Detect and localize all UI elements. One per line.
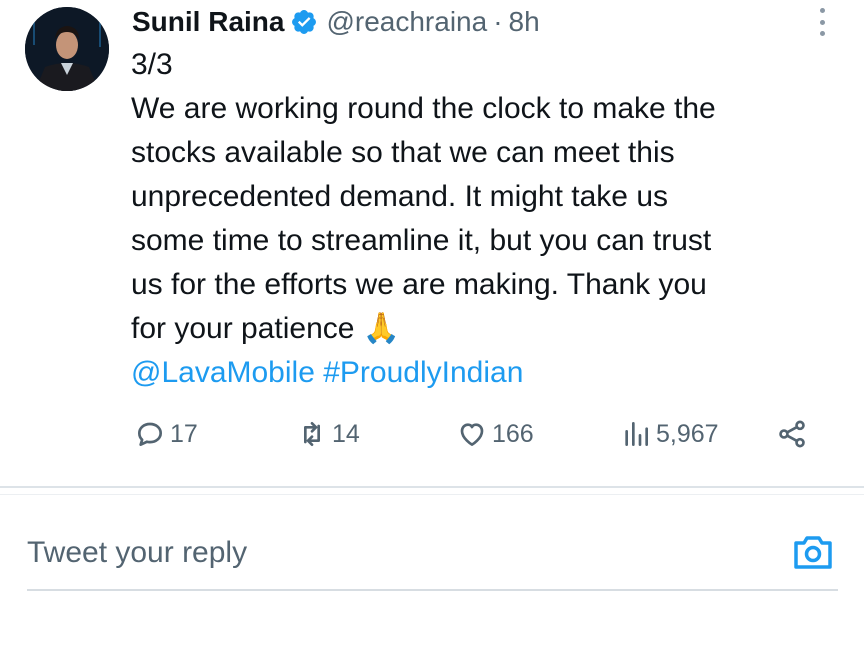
reply-input[interactable]: Tweet your reply: [27, 529, 727, 577]
header-separator: ·: [493, 6, 503, 37]
tweet-action-bar: 17 14 166 5,967: [0, 412, 864, 456]
tweet-body: 3/3 We are working round the clock to ma…: [131, 43, 831, 395]
folded-hands-emoji-icon: 🙏: [362, 312, 401, 345]
author-avatar[interactable]: [25, 7, 109, 91]
section-divider: [0, 486, 864, 488]
reply-icon: [138, 422, 162, 446]
views-chart-icon: [625, 422, 648, 446]
like-count: 166: [492, 419, 534, 448]
hashtag-link[interactable]: #ProudlyIndian: [323, 356, 523, 389]
tweet-text-line: us for the efforts we are making. Thank …: [131, 268, 707, 301]
like-button[interactable]: 166: [456, 412, 534, 456]
section-divider: [0, 494, 864, 495]
retweet-icon: [304, 422, 320, 446]
share-icon: [779, 420, 805, 448]
share-button[interactable]: [776, 412, 808, 456]
reply-input-underline: [27, 589, 838, 591]
reply-count: 17: [170, 419, 198, 448]
author-name[interactable]: Sunil Raina: [132, 6, 284, 38]
views-count: 5,967: [656, 419, 719, 448]
retweet-button[interactable]: 14: [296, 412, 360, 456]
reply-button[interactable]: 17: [134, 412, 198, 456]
tweet-text-line: stocks available so that we can meet thi…: [131, 136, 675, 169]
tweet-text-line: unprecedented demand. It might take us: [131, 180, 669, 213]
heart-icon: [460, 423, 484, 446]
tweet-text-line-last: for your patience 🙏: [131, 307, 831, 351]
camera-icon[interactable]: [791, 531, 835, 573]
more-options-icon[interactable]: [810, 8, 834, 36]
verified-badge-icon: [290, 8, 318, 36]
author-handle[interactable]: @reachraina: [326, 6, 487, 38]
views-button[interactable]: 5,967: [620, 412, 719, 456]
tweet-text-line: We are working round the clock to make t…: [131, 92, 716, 125]
tweet-timestamp[interactable]: 8h: [509, 6, 540, 38]
tweet-links-line: @LavaMobile #ProudlyIndian: [131, 351, 831, 395]
tweet-text-line: some time to streamline it, but you can …: [131, 224, 712, 257]
mention-link[interactable]: @LavaMobile: [131, 356, 315, 389]
tweet-text-fragment: for your patience: [131, 312, 355, 345]
avatar-image: [25, 7, 109, 91]
thread-counter: 3/3: [131, 48, 173, 81]
tweet-header: Sunil Raina @reachraina · 8h: [132, 4, 540, 40]
retweet-count: 14: [332, 419, 360, 448]
